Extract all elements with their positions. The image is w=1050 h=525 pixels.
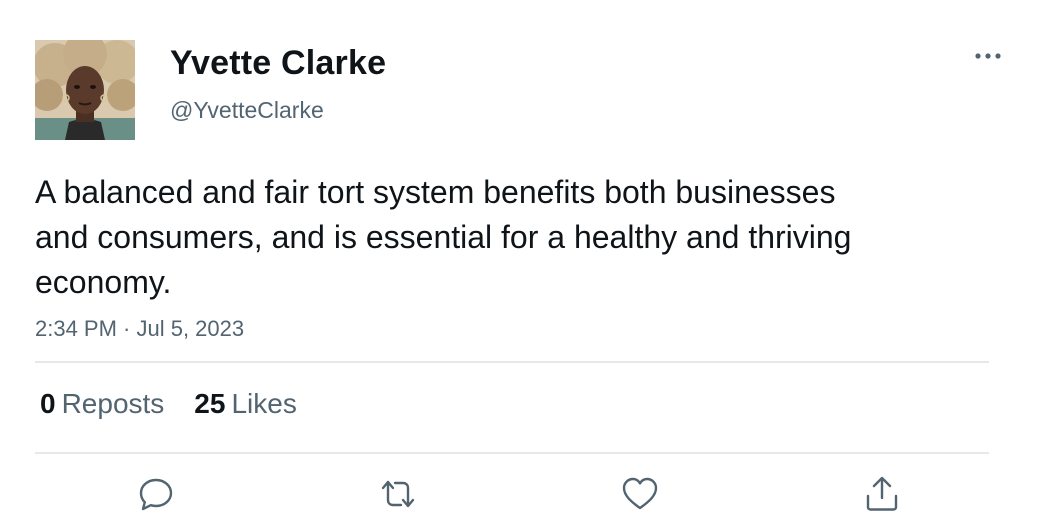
more-horizontal-icon: [975, 53, 1001, 59]
likes-count: 25: [194, 388, 226, 419]
reposts-count: 0: [40, 388, 56, 419]
display-name[interactable]: Yvette Clarke: [170, 42, 386, 84]
engagement-stats: 0 Reposts 25 Likes: [40, 386, 297, 422]
heart-icon: [622, 477, 658, 510]
share-icon: [866, 476, 898, 511]
like-button[interactable]: [620, 474, 660, 514]
avatar-image: [35, 40, 135, 140]
likes-label: Likes: [231, 388, 297, 419]
reply-icon: [139, 478, 173, 511]
repost-button[interactable]: [378, 474, 418, 514]
user-handle[interactable]: @YvetteClarke: [170, 95, 324, 125]
reposts-stat[interactable]: 0 Reposts: [40, 386, 164, 422]
repost-icon: [381, 480, 415, 508]
more-options-button[interactable]: [970, 40, 1006, 72]
tweet-text: A balanced and fair tort system benefits…: [35, 174, 852, 300]
reply-button[interactable]: [136, 474, 176, 514]
likes-stat[interactable]: 25 Likes: [194, 386, 297, 422]
tweet-timestamp[interactable]: 2:34 PM · Jul 5, 2023: [35, 314, 244, 344]
reposts-label: Reposts: [61, 388, 165, 419]
share-button[interactable]: [862, 474, 902, 514]
divider: [35, 361, 989, 363]
divider: [35, 452, 989, 454]
avatar[interactable]: [35, 40, 135, 140]
